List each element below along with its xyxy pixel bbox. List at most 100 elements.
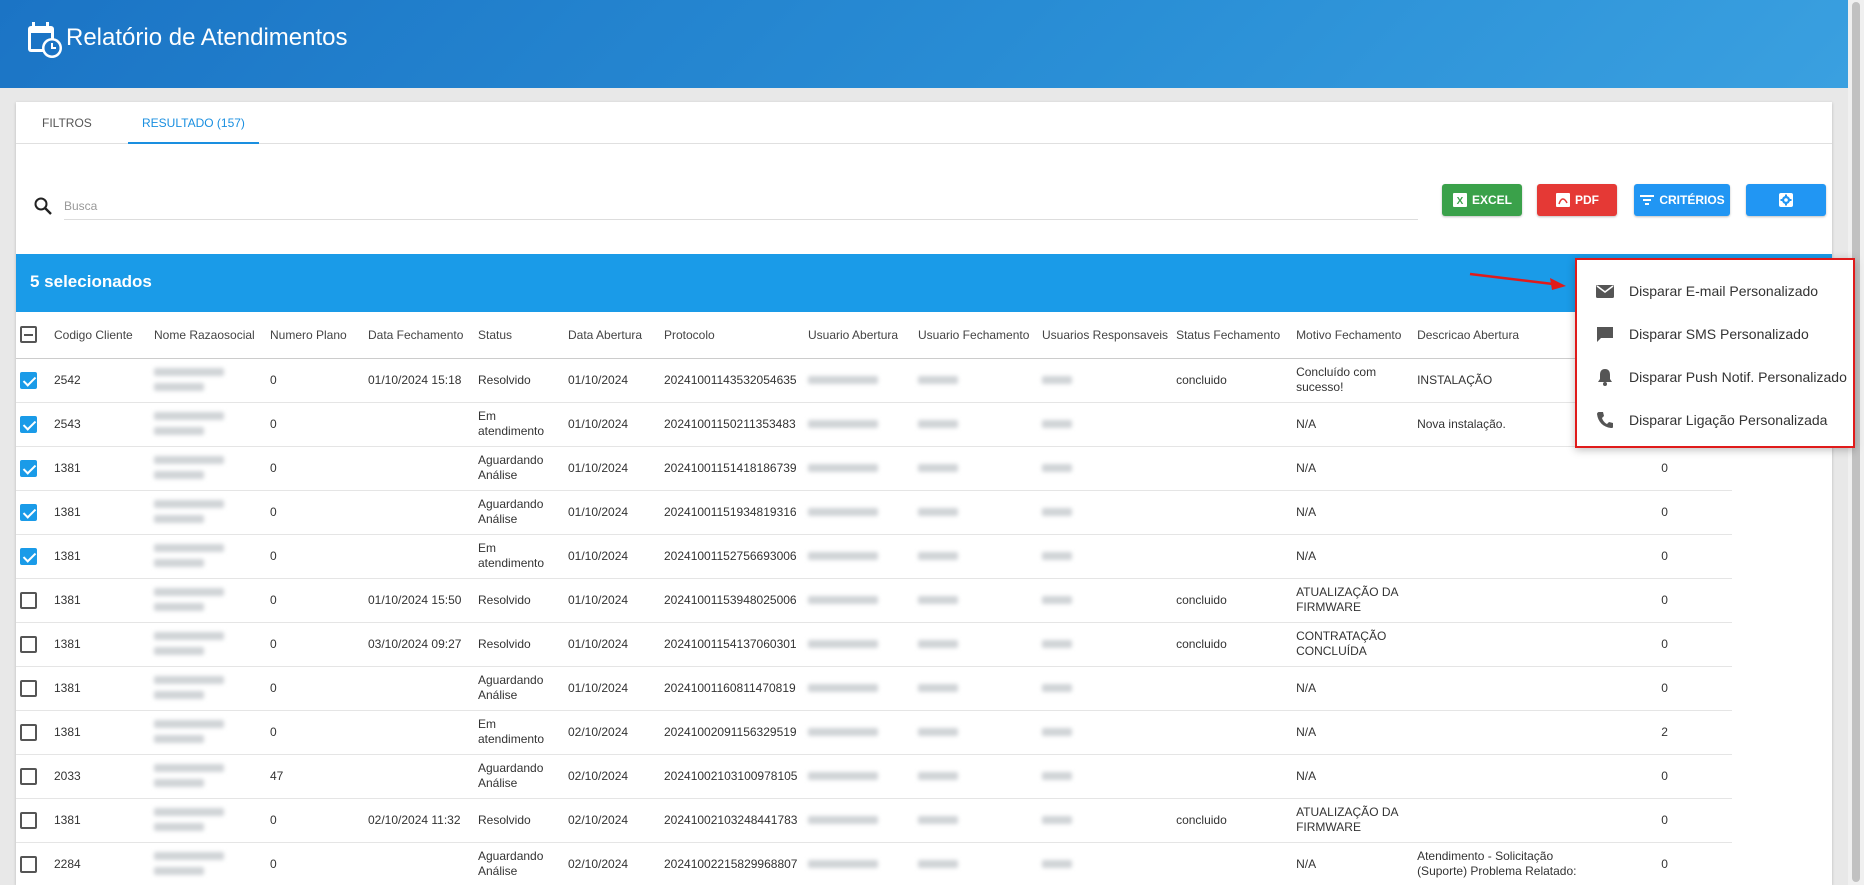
cell-extra: 0 bbox=[1597, 446, 1733, 491]
menu-item-label: Disparar Push Notif. Personalizado bbox=[1629, 369, 1847, 385]
search-input[interactable] bbox=[64, 192, 1418, 220]
redacted-text bbox=[1042, 727, 1072, 736]
cell-usuarios-responsaveis-redacted bbox=[1038, 798, 1173, 843]
row-checkbox[interactable] bbox=[20, 679, 37, 697]
tab-resultado[interactable]: RESULTADO (157) bbox=[128, 102, 259, 144]
select-all-checkbox[interactable] bbox=[20, 326, 37, 344]
cell-protocolo: 20241002215829968807 bbox=[660, 842, 804, 885]
row-checkbox[interactable] bbox=[20, 811, 37, 829]
cell-usuario-abertura-redacted bbox=[804, 534, 914, 579]
column-header[interactable]: Descricao Abertura bbox=[1413, 312, 1598, 359]
row-checkbox-cell bbox=[16, 534, 50, 579]
redacted-text bbox=[154, 456, 224, 464]
menu-item-push[interactable]: Disparar Push Notif. Personalizado bbox=[1577, 356, 1853, 398]
column-header[interactable]: Status bbox=[474, 312, 564, 359]
cell-descricao-abertura bbox=[1413, 446, 1598, 491]
column-header[interactable]: Usuario Fechamento bbox=[914, 312, 1038, 359]
cell-plano: 47 bbox=[266, 754, 364, 799]
column-header[interactable]: Usuarios Responsaveis bbox=[1038, 312, 1173, 359]
cell-data-fechamento bbox=[364, 402, 474, 447]
column-header[interactable]: Usuario Abertura bbox=[804, 312, 914, 359]
cell-motivo-fechamento: N/A bbox=[1292, 842, 1414, 885]
table-row[interactable]: 1381 0 Em atendimento 02/10/2024 20241002091… bbox=[16, 710, 1733, 755]
column-header[interactable]: Status Fechamento bbox=[1172, 312, 1293, 359]
excel-button[interactable]: X EXCEL bbox=[1442, 184, 1522, 216]
column-header[interactable]: Data Fechamento bbox=[364, 312, 474, 359]
table-row[interactable]: 1381 0 Aguardando Análise 01/10/2024 2024100… bbox=[16, 666, 1733, 711]
menu-item-sms[interactable]: Disparar SMS Personalizado bbox=[1577, 313, 1853, 355]
cell-data-abertura: 02/10/2024 bbox=[564, 798, 660, 843]
settings-button[interactable] bbox=[1746, 184, 1826, 216]
redacted-text bbox=[154, 515, 204, 523]
redacted-text bbox=[154, 383, 204, 391]
cell-status: Aguardando Análise bbox=[474, 754, 564, 799]
table-row[interactable]: 2033 47 Aguardando Análise 02/10/2024 202410… bbox=[16, 754, 1733, 799]
cell-descricao-abertura bbox=[1413, 798, 1598, 843]
cell-data-fechamento bbox=[364, 446, 474, 491]
redacted-text bbox=[154, 720, 224, 728]
cell-codigo: 2543 bbox=[50, 402, 150, 447]
cell-codigo: 2033 bbox=[50, 754, 150, 799]
redacted-text bbox=[808, 815, 878, 824]
row-checkbox[interactable] bbox=[20, 635, 37, 653]
cell-status: Aguardando Análise bbox=[474, 842, 564, 885]
menu-item-call[interactable]: Disparar Ligação Personalizada bbox=[1577, 399, 1853, 441]
table-row[interactable]: 1381 0 01/10/2024 15:50 Resolvido 01/10/2024… bbox=[16, 578, 1733, 623]
redacted-text bbox=[154, 471, 204, 479]
table-row[interactable]: 2542 0 01/10/2024 15:18 Resolvido 01/10/2024… bbox=[16, 358, 1733, 403]
table-row[interactable]: 1381 0 Em atendimento 01/10/2024 20241001152… bbox=[16, 534, 1733, 579]
cell-extra: 0 bbox=[1597, 490, 1733, 535]
pdf-button[interactable]: PDF bbox=[1537, 184, 1617, 216]
cell-plano: 0 bbox=[266, 358, 364, 403]
cell-usuario-fechamento-redacted bbox=[914, 402, 1038, 447]
cell-nome-redacted bbox=[150, 842, 266, 885]
row-checkbox[interactable] bbox=[20, 459, 37, 477]
cell-status: Em atendimento bbox=[474, 534, 564, 579]
table-row[interactable]: 1381 0 Aguardando Análise 01/10/2024 2024100… bbox=[16, 490, 1733, 535]
cell-data-fechamento bbox=[364, 666, 474, 711]
column-header[interactable]: Motivo Fechamento bbox=[1292, 312, 1414, 359]
row-checkbox-cell bbox=[16, 358, 50, 403]
row-checkbox[interactable] bbox=[20, 415, 37, 433]
search-icon bbox=[34, 197, 52, 215]
cell-codigo: 1381 bbox=[50, 534, 150, 579]
phone-icon bbox=[1597, 412, 1613, 428]
row-checkbox[interactable] bbox=[20, 767, 37, 785]
column-header[interactable]: Numero Plano bbox=[266, 312, 364, 359]
table-row[interactable]: 1381 0 Aguardando Análise 01/10/2024 2024100… bbox=[16, 446, 1733, 491]
criterios-button[interactable]: CRITÉRIOS bbox=[1634, 184, 1730, 216]
cell-protocolo: 20241001143532054635 bbox=[660, 358, 804, 403]
row-checkbox[interactable] bbox=[20, 855, 37, 873]
table-row[interactable]: 1381 0 02/10/2024 11:32 Resolvido 02/10/2024… bbox=[16, 798, 1733, 843]
table-row[interactable]: 1381 0 03/10/2024 09:27 Resolvido 01/10/2024… bbox=[16, 622, 1733, 667]
column-header[interactable]: Data Abertura bbox=[564, 312, 660, 359]
cell-usuario-abertura-redacted bbox=[804, 446, 914, 491]
redacted-text bbox=[808, 771, 878, 780]
column-header[interactable]: Nome Razaosocial bbox=[150, 312, 266, 359]
row-checkbox-cell bbox=[16, 490, 50, 535]
row-checkbox[interactable] bbox=[20, 547, 37, 565]
row-checkbox[interactable] bbox=[20, 503, 37, 521]
row-checkbox-cell bbox=[16, 402, 50, 447]
cell-status-fechamento bbox=[1172, 754, 1293, 799]
row-checkbox[interactable] bbox=[20, 591, 37, 609]
redacted-text bbox=[154, 603, 204, 611]
cell-usuarios-responsaveis-redacted bbox=[1038, 534, 1173, 579]
redacted-text bbox=[808, 419, 878, 428]
cell-usuarios-responsaveis-redacted bbox=[1038, 710, 1173, 755]
cell-descricao-abertura: INSTALAÇÃO bbox=[1413, 358, 1598, 403]
row-checkbox[interactable] bbox=[20, 371, 37, 389]
table-row[interactable]: 2543 0 Em atendimento 01/10/2024 20241001150… bbox=[16, 402, 1733, 447]
cell-protocolo: 20241001150211353483 bbox=[660, 402, 804, 447]
redacted-text bbox=[154, 823, 204, 831]
column-header[interactable]: Codigo Cliente bbox=[50, 312, 150, 359]
row-checkbox[interactable] bbox=[20, 723, 37, 741]
menu-item-email[interactable]: Disparar E-mail Personalizado bbox=[1577, 270, 1853, 312]
table-row[interactable]: 2284 0 Aguardando Análise 02/10/2024 2024100… bbox=[16, 842, 1733, 885]
tab-filtros[interactable]: FILTROS bbox=[42, 102, 92, 144]
redacted-text bbox=[154, 764, 224, 772]
cell-motivo-fechamento: N/A bbox=[1292, 402, 1414, 447]
column-header[interactable]: Protocolo bbox=[660, 312, 804, 359]
redacted-text bbox=[808, 639, 878, 648]
redacted-text bbox=[918, 727, 958, 736]
